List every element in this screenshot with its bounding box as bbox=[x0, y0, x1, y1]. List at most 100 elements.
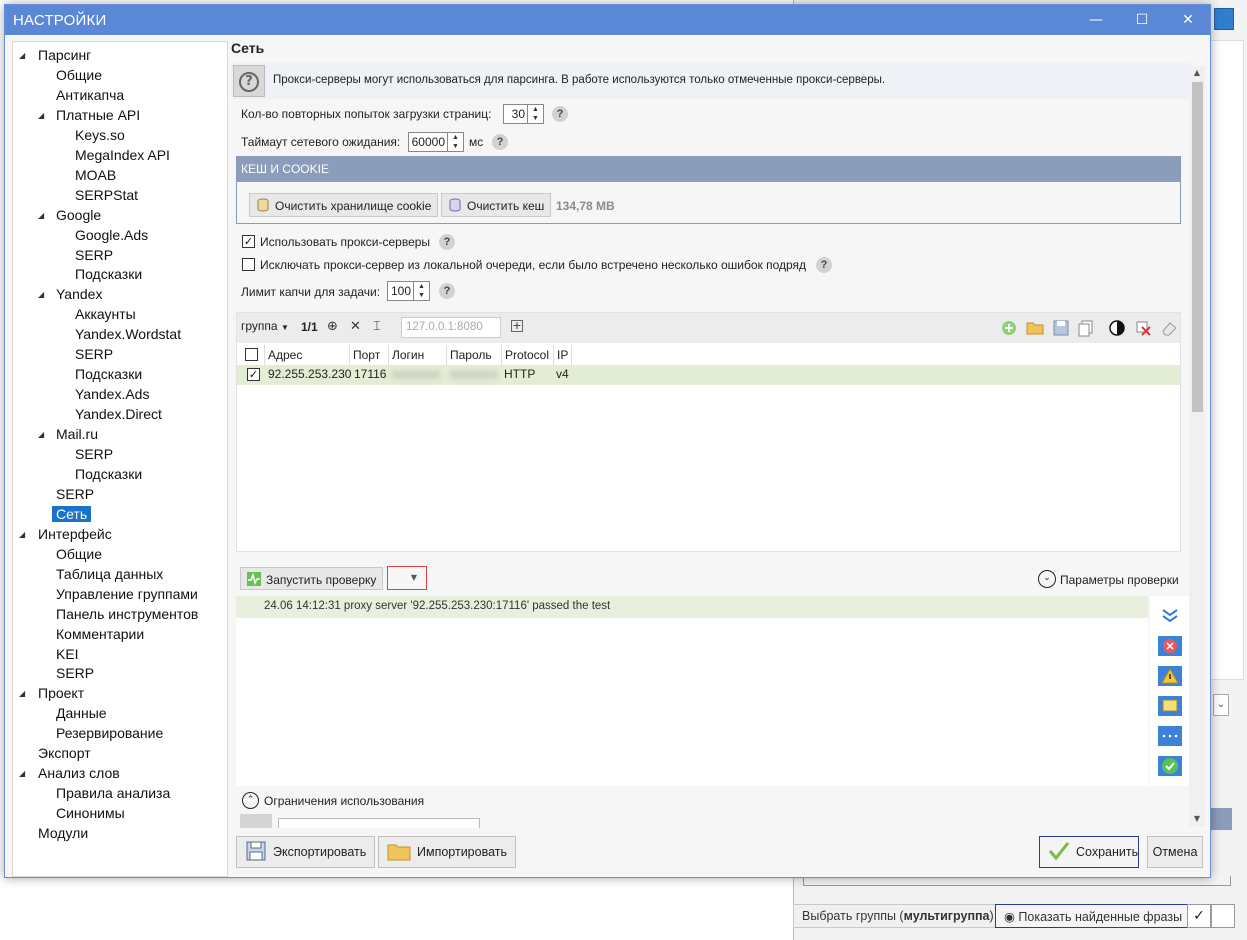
tree-item[interactable]: Общие bbox=[56, 66, 102, 85]
tree-expand-icon[interactable]: ◢ bbox=[38, 285, 44, 304]
background-dropdown-chevron-icon[interactable]: ⌄ bbox=[1213, 694, 1229, 716]
scroll-thumb[interactable] bbox=[1192, 82, 1203, 412]
tree-item[interactable]: Google.Ads bbox=[75, 226, 148, 245]
tree-expand-icon[interactable]: ◢ bbox=[38, 206, 44, 225]
row-checkbox[interactable]: ✓ bbox=[247, 368, 260, 381]
tree-item[interactable]: SERPStat bbox=[75, 186, 138, 205]
close-icon[interactable]: ✕ bbox=[1165, 5, 1211, 35]
chevron-down-circle-icon[interactable]: ⌄ bbox=[1038, 570, 1056, 588]
tree-item[interactable]: Парсинг bbox=[38, 46, 91, 65]
check-params-link[interactable]: Параметры проверки bbox=[1060, 573, 1179, 587]
tree-expand-icon[interactable]: ◢ bbox=[38, 106, 44, 125]
background-checkbox-checked[interactable]: ✓ bbox=[1187, 904, 1211, 928]
tree-item[interactable]: MegaIndex API bbox=[75, 146, 170, 165]
tree-item[interactable]: Google bbox=[56, 206, 101, 225]
help-icon[interactable]: ? bbox=[439, 234, 455, 250]
run-check-button[interactable]: Запустить проверку bbox=[240, 567, 384, 590]
tree-item[interactable]: Данные bbox=[56, 704, 107, 723]
background-checkbox[interactable] bbox=[1211, 904, 1235, 928]
tree-expand-icon[interactable]: ◢ bbox=[19, 46, 25, 65]
tree-expand-icon[interactable]: ◢ bbox=[19, 525, 25, 544]
tree-item[interactable]: Общие bbox=[56, 545, 102, 564]
tree-item[interactable]: Экспорт bbox=[38, 744, 91, 763]
stepper-arrows-icon[interactable]: ▲ ▼ bbox=[413, 282, 429, 300]
success-filter-icon[interactable] bbox=[1158, 756, 1182, 776]
tree-item[interactable]: Подсказки bbox=[75, 265, 142, 284]
tree-item[interactable]: Keys.so bbox=[75, 126, 125, 145]
maximize-icon[interactable]: ☐ bbox=[1119, 5, 1165, 35]
rename-icon[interactable]: ⌶ bbox=[373, 319, 381, 334]
tree-item[interactable]: SERP bbox=[75, 345, 113, 364]
tree-item[interactable]: KEI bbox=[56, 645, 79, 664]
tree-item[interactable]: Резервирование bbox=[56, 724, 163, 743]
clear-cookie-button[interactable]: Очистить хранилище cookie bbox=[249, 193, 439, 217]
content-scrollbar[interactable]: ▲ ▼ bbox=[1189, 66, 1205, 826]
scroll-down-icon[interactable]: ▼ bbox=[1189, 814, 1205, 823]
tree-item[interactable]: Подсказки bbox=[75, 365, 142, 384]
tree-item[interactable]: Yandex bbox=[56, 285, 102, 304]
exclude-proxy-checkbox[interactable] bbox=[242, 258, 255, 271]
show-found-phrases-button[interactable]: ◉ Показать найденные фразы bbox=[995, 904, 1192, 928]
column-header-ip[interactable]: IP bbox=[554, 345, 572, 365]
tree-item[interactable]: Управление группами bbox=[56, 585, 198, 604]
folder-icon[interactable] bbox=[1026, 319, 1044, 337]
column-header-port[interactable]: Порт bbox=[350, 345, 389, 365]
check-mode-dropdown[interactable]: ▼ bbox=[387, 566, 427, 590]
tree-item[interactable]: Синонимы bbox=[56, 804, 125, 823]
tree-item[interactable]: SERP bbox=[56, 664, 94, 683]
tree-item[interactable]: Проект bbox=[38, 684, 84, 703]
column-header-address[interactable]: Адрес bbox=[265, 345, 350, 365]
error-filter-icon[interactable] bbox=[1158, 636, 1182, 656]
add-proxy-icon[interactable]: + bbox=[511, 320, 523, 332]
tree-item[interactable]: Модули bbox=[38, 824, 88, 843]
scroll-up-icon[interactable]: ▲ bbox=[1189, 68, 1205, 77]
tree-expand-icon[interactable]: ◢ bbox=[38, 425, 44, 444]
eraser-icon[interactable] bbox=[1160, 319, 1178, 337]
contrast-icon[interactable] bbox=[1108, 319, 1126, 337]
help-icon[interactable]: ? bbox=[492, 134, 508, 150]
tree-item[interactable]: Yandex.Direct bbox=[75, 405, 162, 424]
tree-item[interactable]: Yandex.Wordstat bbox=[75, 325, 181, 344]
scroll-to-end-icon[interactable] bbox=[1158, 606, 1182, 626]
stepper-arrows-icon[interactable]: ▲ ▼ bbox=[447, 133, 463, 151]
column-header-protocol[interactable]: Protocol bbox=[502, 345, 554, 365]
captcha-limit-stepper[interactable]: 100 ▲ ▼ bbox=[387, 281, 430, 301]
timeout-stepper[interactable]: 60000 ▲ ▼ bbox=[408, 132, 464, 152]
delete-icon[interactable]: ✕ bbox=[350, 319, 361, 334]
column-header-password[interactable]: Пароль bbox=[447, 345, 502, 365]
stepper-arrows-icon[interactable]: ▲ ▼ bbox=[527, 105, 543, 123]
save-icon[interactable] bbox=[1052, 319, 1070, 337]
save-button[interactable]: Сохранить bbox=[1039, 836, 1139, 868]
info-filter-icon[interactable] bbox=[1158, 696, 1182, 716]
tree-item[interactable]: Комментарии bbox=[56, 625, 144, 644]
column-header-login[interactable]: Логин bbox=[389, 345, 447, 365]
tree-expand-icon[interactable]: ◢ bbox=[19, 764, 25, 783]
retries-stepper[interactable]: 30 ▲ ▼ bbox=[503, 104, 544, 124]
export-button[interactable]: Экспортировать bbox=[236, 836, 376, 868]
add-green-icon[interactable] bbox=[1000, 319, 1018, 337]
import-button[interactable]: Импортировать bbox=[378, 836, 517, 868]
tree-item[interactable]: SERP bbox=[56, 485, 94, 504]
select-all-checkbox[interactable] bbox=[245, 348, 258, 361]
warning-filter-icon[interactable] bbox=[1158, 666, 1182, 686]
tree-item[interactable]: Сеть bbox=[52, 505, 92, 524]
tree-item[interactable]: Интерфейс bbox=[38, 525, 112, 544]
group-select[interactable]: группа ▼ bbox=[241, 319, 289, 333]
tree-expand-icon[interactable]: ◢ bbox=[19, 684, 25, 703]
tree-item[interactable]: Правила анализа bbox=[56, 784, 170, 803]
help-icon[interactable]: ? bbox=[552, 106, 568, 122]
tree-item[interactable]: Панель инструментов bbox=[56, 605, 198, 624]
copy-icon[interactable] bbox=[1077, 319, 1095, 337]
tree-item[interactable]: Платные API bbox=[56, 106, 140, 125]
minimize-icon[interactable]: — bbox=[1073, 5, 1119, 35]
tree-item[interactable]: Таблица данных bbox=[56, 565, 163, 584]
select-groups-button[interactable]: Выбрать группы (мультигруппа) bbox=[793, 904, 1003, 928]
cancel-button[interactable]: Отмена bbox=[1147, 836, 1203, 868]
add-icon[interactable]: ⊕ bbox=[327, 319, 338, 334]
tree-item[interactable]: MOAB bbox=[75, 166, 116, 185]
tree-item[interactable]: SERP bbox=[75, 246, 113, 265]
proxy-address-input[interactable]: 127.0.0.1:8080 bbox=[401, 317, 501, 338]
tree-item[interactable]: SERP bbox=[75, 445, 113, 464]
remove-checked-icon[interactable] bbox=[1134, 319, 1152, 337]
gear-icon[interactable] bbox=[240, 814, 272, 828]
